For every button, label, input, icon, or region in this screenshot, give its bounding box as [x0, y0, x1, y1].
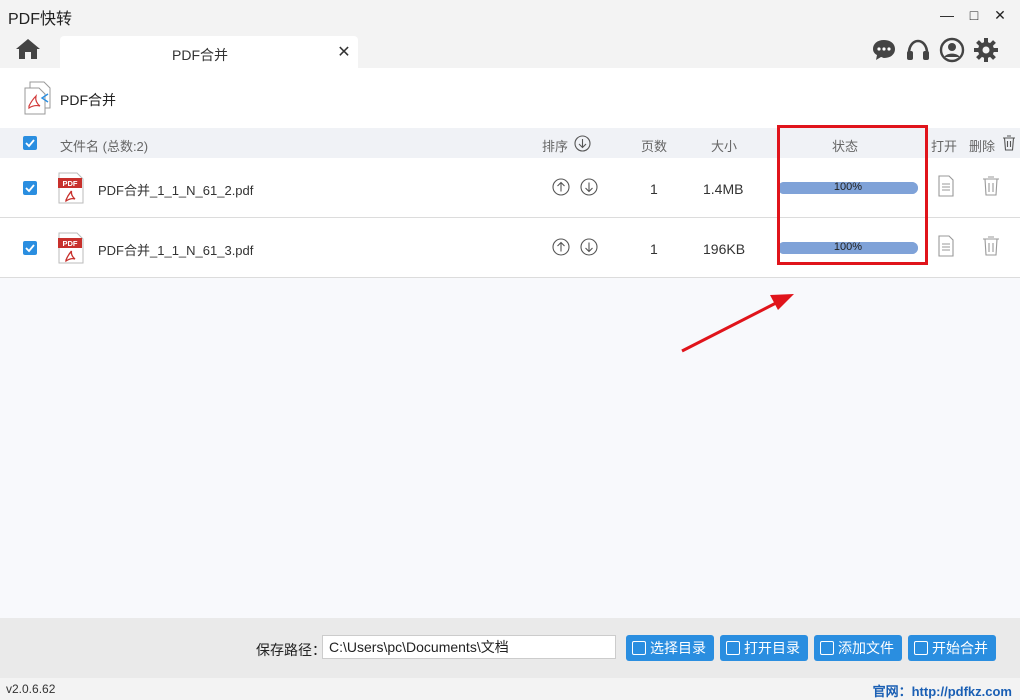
- trash-icon[interactable]: [981, 235, 1001, 257]
- annotation-box: [777, 125, 928, 265]
- file-name: PDF合并_1_1_N_61_3.pdf: [98, 243, 254, 258]
- plus-icon: [820, 641, 834, 655]
- select-all-checkbox[interactable]: [23, 136, 37, 150]
- add-file-label: 添加文件: [838, 640, 894, 656]
- pdf-file-icon: PDF: [58, 172, 84, 204]
- add-file-button[interactable]: 添加文件: [814, 635, 902, 661]
- save-path-input[interactable]: [322, 635, 616, 659]
- start-merge-button[interactable]: 开始合并: [908, 635, 996, 661]
- open-dir-button[interactable]: 打开目录: [720, 635, 808, 661]
- choose-dir-label: 选择目录: [650, 640, 706, 656]
- gear-icon[interactable]: [973, 37, 999, 63]
- header-filename: 文件名 (总数:2): [60, 139, 149, 154]
- svg-text:PDF: PDF: [63, 179, 78, 188]
- save-path-label: 保存路径：: [256, 642, 326, 658]
- chat-icon[interactable]: [871, 37, 897, 63]
- file-size: 196KB: [703, 241, 746, 257]
- header-delete: 删除: [969, 139, 996, 154]
- title-bar: PDF快转 — □ ✕: [0, 0, 1020, 30]
- header-sort[interactable]: 排序: [542, 136, 568, 155]
- tab-label: PDF合并: [172, 47, 228, 63]
- svg-text:PDF: PDF: [63, 239, 78, 248]
- status-bar: v2.0.6.62 官网：http://pdfkz.com: [0, 678, 1020, 700]
- open-dir-label: 打开目录: [744, 640, 800, 656]
- headset-icon[interactable]: [905, 37, 931, 63]
- home-icon[interactable]: [14, 36, 42, 62]
- document-icon[interactable]: [936, 175, 956, 197]
- maximize-button[interactable]: □: [963, 4, 985, 26]
- close-button[interactable]: ✕: [989, 4, 1011, 26]
- file-name: PDF合并_1_1_N_61_2.pdf: [98, 183, 254, 198]
- delete-all-icon[interactable]: [1002, 135, 1016, 151]
- page-count: 1: [650, 241, 658, 257]
- tool-header: PDF合并: [0, 68, 1020, 128]
- folder-icon: [726, 641, 740, 655]
- arrow-up-icon[interactable]: [552, 178, 570, 196]
- pdf-file-icon: PDF: [58, 232, 84, 264]
- row-checkbox[interactable]: [23, 241, 37, 255]
- merge-icon: [914, 641, 928, 655]
- tab-bar: PDF合并 ✕: [0, 30, 1020, 68]
- tab-pdf-merge[interactable]: PDF合并 ✕: [60, 36, 358, 68]
- version-text: v2.0.6.62: [6, 682, 56, 696]
- arrow-up-icon[interactable]: [552, 238, 570, 256]
- header-pages: 页数: [641, 139, 668, 154]
- trash-icon[interactable]: [981, 175, 1001, 197]
- arrow-down-icon[interactable]: [580, 238, 598, 256]
- page-count: 1: [650, 181, 658, 197]
- arrow-down-icon[interactable]: [580, 178, 598, 196]
- header-size: 大小: [711, 139, 738, 154]
- header-open: 打开: [931, 139, 958, 154]
- website-link[interactable]: 官网：http://pdfkz.com: [873, 681, 1012, 700]
- sort-down-icon[interactable]: [574, 135, 591, 152]
- start-merge-label: 开始合并: [932, 640, 988, 656]
- minimize-button[interactable]: —: [936, 4, 958, 26]
- user-icon[interactable]: [939, 37, 965, 63]
- tab-close-button[interactable]: ✕: [336, 42, 352, 61]
- save-icon: [632, 641, 646, 655]
- row-checkbox[interactable]: [23, 181, 37, 195]
- pdf-merge-icon: [22, 80, 54, 116]
- file-size: 1.4MB: [703, 181, 744, 197]
- document-icon[interactable]: [936, 235, 956, 257]
- choose-dir-button[interactable]: 选择目录: [626, 635, 714, 661]
- tool-title: PDF合并: [60, 92, 116, 108]
- app-title: PDF快转: [8, 11, 73, 28]
- bottom-bar: 保存路径： 选择目录 打开目录 添加文件 开始合并: [0, 618, 1020, 678]
